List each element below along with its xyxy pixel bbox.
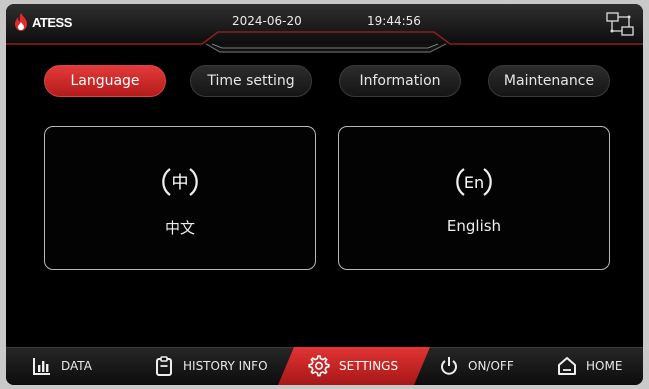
bar-chart-icon: [33, 358, 50, 375]
home-icon: [558, 357, 576, 375]
english-glyph: En: [464, 173, 484, 192]
nav-on-off[interactable]: ON/OFF: [439, 347, 514, 385]
network-icon[interactable]: [605, 11, 635, 37]
nav-settings-label: SETTINGS: [339, 359, 399, 373]
flame-icon: [15, 13, 27, 31]
nav-settings[interactable]: SETTINGS: [308, 347, 398, 385]
language-option-chinese[interactable]: 中 中文: [44, 126, 316, 270]
tab-maintenance[interactable]: Maintenance: [488, 65, 610, 97]
clipboard-icon: [156, 356, 172, 376]
tab-information[interactable]: Information: [339, 65, 461, 97]
language-label-chinese: 中文: [164, 219, 195, 237]
header-decoration: [6, 31, 643, 53]
english-language-icon: En: [456, 168, 492, 196]
language-label-english: English: [446, 217, 502, 235]
brand-name: ATESS: [32, 14, 72, 30]
brand-logo: ATESS: [14, 13, 72, 31]
language-option-english[interactable]: En English: [338, 126, 610, 270]
nav-home[interactable]: HOME: [557, 347, 622, 385]
time-display: 19:44:56: [367, 14, 421, 28]
status-bar: ATESS 2024-06-20 19:44:56: [6, 4, 643, 53]
nav-home-label: HOME: [586, 359, 623, 373]
date-display: 2024-06-20: [232, 14, 302, 28]
device-screen: ATESS 2024-06-20 19:44:56 Language Time …: [6, 4, 643, 385]
gear-icon: [308, 355, 330, 377]
nav-data[interactable]: DATA: [32, 347, 92, 385]
power-icon: [441, 357, 457, 375]
nav-history-label: HISTORY INFO: [183, 359, 268, 373]
nav-onoff-label: ON/OFF: [468, 359, 514, 373]
nav-data-label: DATA: [61, 359, 92, 373]
nav-history-info[interactable]: HISTORY INFO: [154, 347, 268, 385]
tab-language[interactable]: Language: [44, 65, 166, 97]
tab-time-setting[interactable]: Time setting: [190, 65, 312, 97]
chinese-language-icon: 中: [162, 168, 198, 196]
chinese-glyph: 中: [172, 173, 189, 193]
